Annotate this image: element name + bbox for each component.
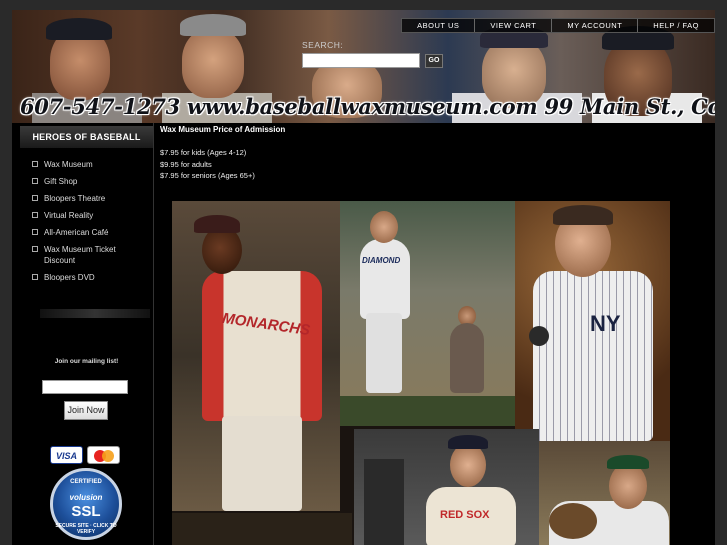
square-bullet-icon: [32, 246, 38, 252]
search-input[interactable]: [302, 53, 420, 68]
nav-my-account[interactable]: MY ACCOUNT: [551, 19, 637, 32]
glove-player-head: [609, 463, 647, 509]
admission-title: Wax Museum Price of Admission: [160, 125, 286, 134]
catcher-figure: [364, 459, 404, 545]
payment-cards: VISA: [50, 446, 120, 464]
diamond-jersey-text: DIAMOND: [362, 256, 401, 265]
yankees-jersey: [533, 271, 653, 441]
admission-prices: $7.95 for kids (Ages 4-12) $9.95 for adu…: [160, 147, 715, 182]
sidebar-item-wax-museum[interactable]: Wax Museum: [20, 156, 153, 173]
mailing-list-label: Join our mailing list!: [54, 358, 119, 365]
sidebar-divider: [40, 309, 150, 318]
price-adults: $9.95 for adults: [160, 159, 212, 169]
banner-cap-2: [180, 14, 246, 36]
sidebar-item-gift-shop[interactable]: Gift Shop: [20, 173, 153, 190]
square-bullet-icon: [32, 195, 38, 201]
ssl-seal-bottom-text: SECURE SITE · CLICK TO VERIFY: [55, 523, 117, 535]
sidebar-item-label: Wax Museum Ticket Discount: [44, 245, 116, 265]
collage-panel-yankees: NY: [515, 201, 670, 441]
search-go-button[interactable]: GO: [425, 54, 443, 68]
mailing-email-input[interactable]: [42, 380, 128, 394]
sidebar-item-label: Bloopers Theatre: [44, 194, 106, 203]
price-kids: $7.95 for kids (Ages 4-12): [160, 148, 247, 157]
price-seniors: $7.95 for seniors (Ages 65+): [160, 171, 255, 180]
sidebar-item-virtual-reality[interactable]: Virtual Reality: [20, 207, 153, 224]
square-bullet-icon: [32, 161, 38, 167]
collage-panel-bottom: [172, 513, 352, 545]
diamond-pants: [366, 313, 402, 393]
collage-panel-diamond: DIAMOND: [340, 201, 515, 426]
page: ABOUT US VIEW CART MY ACCOUNT HELP / FAQ…: [12, 10, 715, 545]
ssl-seal-badge[interactable]: CERTIFIED volusion SSL SECURE SITE · CLI…: [50, 468, 122, 540]
top-nav: ABOUT US VIEW CART MY ACCOUNT HELP / FAQ: [401, 18, 715, 33]
yankees-hair: [553, 205, 613, 225]
visa-card-icon: VISA: [50, 446, 83, 464]
ssl-seal-top-text: CERTIFIED: [70, 479, 102, 485]
redsox-cap: [448, 435, 488, 449]
join-now-button[interactable]: Join Now: [64, 401, 108, 420]
sidebar-item-ticket-discount[interactable]: Wax Museum Ticket Discount: [20, 241, 153, 269]
sidebar-item-label: Wax Museum: [44, 160, 93, 169]
monarchs-cap: [194, 215, 240, 233]
sidebar-item-label: Bloopers DVD: [44, 273, 95, 282]
diamond-player-head: [370, 211, 398, 243]
redsox-player-head: [450, 443, 486, 487]
sidebar-item-label: Virtual Reality: [44, 211, 94, 220]
sidebar-item-all-american-cafe[interactable]: All-American Café: [20, 224, 153, 241]
baseball-glove-icon: [549, 503, 597, 539]
field-grass: [340, 396, 515, 426]
search-label: SEARCH:: [302, 40, 344, 50]
monarchs-player-head: [202, 226, 242, 274]
main-content: Wax Museum Price of Admission $7.95 for …: [160, 123, 715, 545]
mastercard-icon: [87, 446, 120, 464]
monarchs-jersey: [202, 271, 322, 421]
sidebar-menu: Wax Museum Gift Shop Bloopers Theatre Vi…: [20, 156, 153, 286]
collage-panel-redsox: RED SOX: [354, 429, 539, 545]
ssl-seal-big-text: SSL: [71, 503, 101, 520]
microphone-icon: [529, 326, 549, 346]
diamond-jersey: [360, 239, 410, 319]
banner-player-2-face: [182, 28, 244, 98]
nav-help-faq[interactable]: HELP / FAQ: [637, 19, 714, 32]
small-figure-body: [450, 323, 484, 393]
collage-panel-monarchs: MONARCHS: [172, 201, 340, 511]
square-bullet-icon: [32, 212, 38, 218]
nav-about-us[interactable]: ABOUT US: [402, 19, 474, 32]
column-divider: [153, 123, 154, 545]
sidebar-item-bloopers-dvd[interactable]: Bloopers DVD: [20, 269, 153, 286]
ssl-seal-brand: volusion: [69, 493, 103, 502]
wax-figures-collage: MONARCHS DIAMOND NY RED SOX: [172, 201, 670, 545]
square-bullet-icon: [32, 229, 38, 235]
sidebar-heading: HEROES OF BASEBALL: [20, 126, 153, 148]
mastercard-yellow-circle: [102, 450, 114, 462]
sidebar-item-label: All-American Café: [44, 228, 109, 237]
promo-banner-text: 607-547-1273 www.baseballwaxmuseum.com 9…: [20, 94, 715, 119]
sidebar: HEROES OF BASEBALL Wax Museum Gift Shop …: [20, 126, 153, 545]
square-bullet-icon: [32, 274, 38, 280]
monarchs-pants: [222, 416, 302, 511]
square-bullet-icon: [32, 178, 38, 184]
glove-player-cap: [607, 455, 649, 469]
banner-cap-1: [46, 18, 112, 40]
redsox-jersey-text: RED SOX: [440, 509, 490, 521]
sidebar-item-label: Gift Shop: [44, 177, 78, 186]
nav-view-cart[interactable]: VIEW CART: [474, 19, 551, 32]
ny-logo-icon: NY: [590, 311, 621, 336]
collage-panel-glove: [539, 441, 670, 545]
header-banner: ABOUT US VIEW CART MY ACCOUNT HELP / FAQ…: [12, 10, 715, 123]
sidebar-item-bloopers-theatre[interactable]: Bloopers Theatre: [20, 190, 153, 207]
